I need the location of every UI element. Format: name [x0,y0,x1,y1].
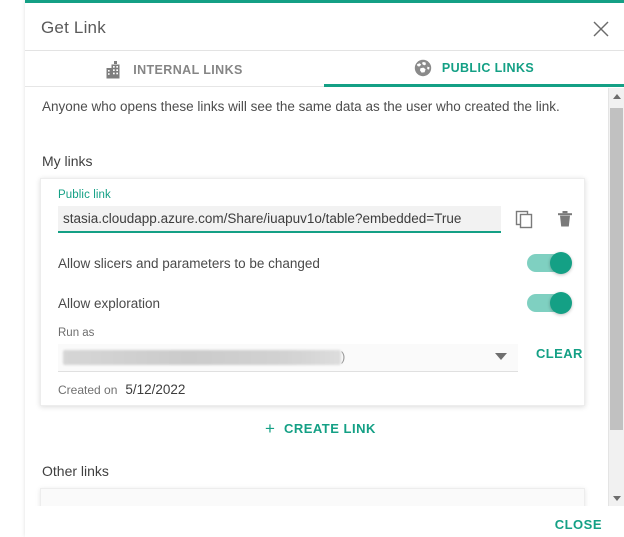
clear-button[interactable]: CLEAR [536,346,583,361]
run-as-value-redacted [63,350,341,365]
scrollbar-thumb[interactable] [610,108,623,430]
trash-icon[interactable] [552,206,578,232]
create-link-button[interactable]: + CREATE LINK [265,420,376,437]
close-button[interactable]: CLOSE [555,517,602,532]
tab-public-links[interactable]: PUBLIC LINKS [324,52,624,87]
toggle-knob [550,292,572,314]
intro-text: Anyone who opens these links will see th… [42,99,560,114]
created-on-row: Created on 5/12/2022 [58,382,185,397]
run-as-select[interactable]: ) [58,344,518,372]
dialog-footer: CLOSE [25,506,624,537]
toggle-knob [550,252,572,274]
plus-icon: + [265,419,275,438]
scroll-up-arrow-icon[interactable] [609,88,624,104]
other-links-heading: Other links [42,463,109,479]
public-link-label: Public link [58,189,111,201]
tab-internal-links[interactable]: INTERNAL LINKS [25,52,324,87]
chevron-down-icon[interactable] [495,353,507,360]
created-on-label: Created on [58,383,118,397]
public-link-url-input[interactable] [58,206,501,233]
building-icon [106,60,123,79]
close-icon[interactable] [590,18,612,40]
tab-public-links-label: PUBLIC LINKS [441,61,535,75]
dialog-titlebar: Get Link [25,6,624,51]
tab-internal-links-label: INTERNAL LINKS [133,62,243,77]
screen: Get Link INTERNAL LINKS PUBLIC LINKS Any… [0,0,624,537]
run-as-value-suffix: ) [341,349,346,364]
toggle-label-slicers: Allow slicers and parameters to be chang… [58,255,320,271]
dialog-body: Anyone who opens these links will see th… [25,88,624,506]
toggle-label-exploration: Allow exploration [58,295,161,311]
dialog-title: Get Link [41,18,106,37]
my-links-heading: My links [42,153,93,169]
toggle-row-exploration: Allow exploration [58,291,572,315]
create-link-label: CREATE LINK [283,421,376,436]
tab-bar: INTERNAL LINKS PUBLIC LINKS [25,52,624,87]
globe-icon [414,59,432,77]
get-link-dialog: Get Link INTERNAL LINKS PUBLIC LINKS Any… [25,0,624,537]
copy-icon[interactable] [511,206,537,232]
run-as-label: Run as [58,327,95,339]
vertical-scrollbar[interactable] [608,88,624,506]
created-on-value: 5/12/2022 [125,382,186,397]
toggle-allow-slicers[interactable] [527,252,572,274]
scroll-down-arrow-icon[interactable] [609,490,624,506]
public-link-card: Public link stasia.cloudapp.azure.com/Sh… [40,178,585,406]
other-links-card-partial[interactable] [40,488,585,506]
toggle-row-slicers: Allow slicers and parameters to be chang… [58,251,572,275]
toggle-allow-exploration[interactable] [527,292,572,314]
